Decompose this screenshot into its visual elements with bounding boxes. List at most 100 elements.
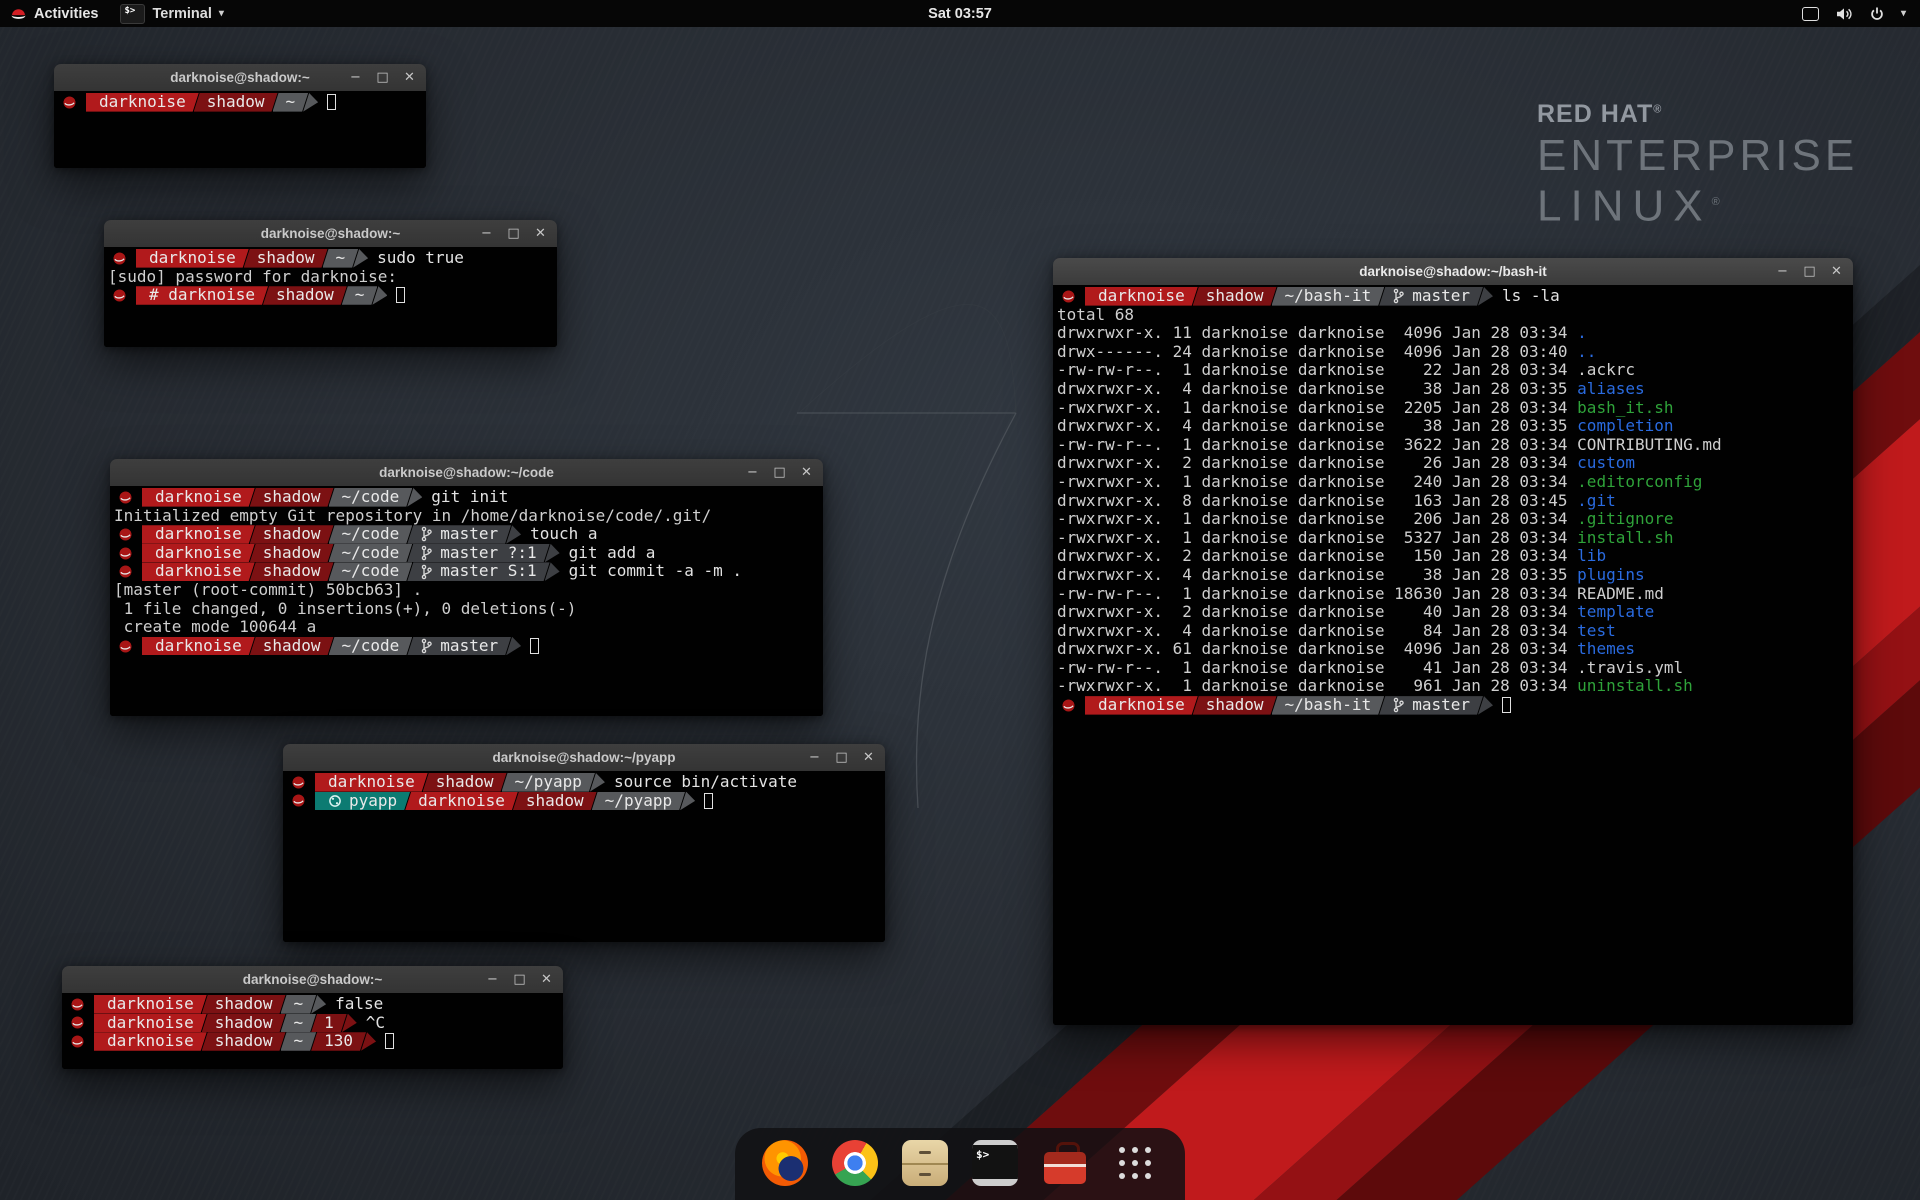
window-titlebar[interactable]: darknoise@shadow:~ − □ ✕ [62, 966, 563, 994]
prompt-segment-user: darknoise [142, 562, 255, 581]
minimize-button[interactable]: − [808, 751, 821, 764]
ls-row-fields: drwxrwxr-x. 4 darknoise darknoise 38 Jan… [1057, 566, 1577, 585]
toolbox-icon [1042, 1140, 1088, 1186]
redhat-prompt-icon [70, 1034, 85, 1049]
ls-row-fields: drwxrwxr-x. 2 darknoise darknoise 40 Jan… [1057, 603, 1577, 622]
prompt-segment-host: shadow [250, 637, 334, 656]
maximize-button[interactable]: □ [1803, 265, 1816, 278]
prompt-segment-user: darknoise [94, 1014, 207, 1033]
ls-row-fields: -rwxrwxr-x. 1 darknoise darknoise 5327 J… [1057, 529, 1577, 548]
maximize-button[interactable]: □ [773, 466, 786, 479]
prompt-segment-user: darknoise [405, 792, 518, 811]
ls-row-fields: drwxrwxr-x. 2 darknoise darknoise 150 Ja… [1057, 547, 1577, 566]
terminal-window[interactable]: darknoise@shadow:~−□✕darknoiseshadow~sud… [104, 220, 557, 347]
volume-icon[interactable] [1835, 6, 1853, 22]
dock-item-app-grid[interactable] [1111, 1139, 1159, 1187]
close-button[interactable]: ✕ [1830, 265, 1843, 278]
minimize-button[interactable]: − [486, 973, 499, 986]
screen-share-icon[interactable] [1802, 7, 1819, 21]
prompt-segment-text: ~/code [342, 544, 400, 563]
close-button[interactable]: ✕ [534, 227, 547, 240]
window-controls: − □ ✕ [808, 744, 875, 771]
prompt-segment-path: ~ [323, 249, 359, 268]
redhat-prompt-icon [1061, 698, 1076, 713]
terminal-content[interactable]: darknoiseshadow~ [54, 91, 426, 168]
window-titlebar[interactable]: darknoise@shadow:~−□✕ [104, 220, 557, 248]
prompt-line: darknoiseshadow~/codemaster ?:1git add a [110, 544, 823, 563]
close-button[interactable]: ✕ [800, 466, 813, 479]
prompt-segment-path: ~/code [329, 562, 413, 581]
minimize-button[interactable]: − [480, 227, 493, 240]
window-titlebar[interactable]: darknoise@shadow:~/code − □ ✕ [110, 459, 823, 487]
terminal-window[interactable]: darknoise@shadow:~−□✕darknoiseshadow~ [54, 64, 426, 168]
terminal-content[interactable]: darknoiseshadow~/codegit initInitialized… [110, 486, 823, 716]
ls-filename: .git [1577, 492, 1616, 511]
window-title: darknoise@shadow:~ [243, 972, 383, 987]
maximize-button[interactable]: □ [835, 751, 848, 764]
minimize-button[interactable]: − [746, 466, 759, 479]
minimize-button[interactable]: − [1776, 265, 1789, 278]
terminal-content[interactable]: darknoiseshadow~sudo true[sudo] password… [104, 247, 557, 347]
window-titlebar[interactable]: darknoise@shadow:~/bash-it−□✕ [1053, 258, 1853, 286]
redhat-prompt-icon [118, 490, 133, 505]
close-button[interactable]: ✕ [540, 973, 553, 986]
prompt-segment-text: shadow [257, 249, 315, 268]
prompt-segment-text: ~/bash-it [1285, 696, 1372, 715]
maximize-button[interactable]: □ [513, 973, 526, 986]
prompt-line: darknoiseshadow~ [54, 93, 426, 112]
prompt-segment-text: shadow [215, 1032, 273, 1051]
command-text: false [335, 995, 383, 1014]
chevron-down-icon[interactable]: ▾ [1901, 8, 1906, 19]
activities-button[interactable]: Activities [0, 0, 110, 27]
prompt-segment-text: shadow [207, 93, 265, 112]
prompt-segment-text: shadow [263, 637, 321, 656]
dock-item-firefox[interactable] [761, 1139, 809, 1187]
ls-filename: . [1577, 324, 1587, 343]
maximize-button[interactable]: □ [376, 71, 389, 84]
prompt-segment-text: darknoise [155, 562, 242, 581]
terminal-window[interactable]: darknoise@shadow:~−□✕darknoiseshadow~fal… [62, 966, 563, 1069]
prompt-segment-text: 1 [324, 1014, 334, 1033]
terminal-content[interactable]: darknoiseshadow~falsedarknoiseshadow~1^C… [62, 993, 563, 1069]
prompt-segment-text: darknoise [107, 1014, 194, 1033]
prompt-segment-user: darknoise [94, 1032, 207, 1051]
window-title: darknoise@shadow:~ [170, 70, 310, 85]
ls-filename: test [1577, 622, 1616, 641]
window-titlebar[interactable]: darknoise@shadow:~/pyapp−□✕ [283, 744, 885, 772]
command-text: git add a [569, 544, 656, 563]
dock-item-terminal[interactable]: $> [971, 1139, 1019, 1187]
prompt-line: darknoiseshadow~sudo true [104, 249, 557, 268]
ls-row-fields: drwx------. 24 darknoise darknoise 4096 … [1057, 343, 1577, 362]
prompt-segment-path: ~ [273, 93, 309, 112]
dock-item-chrome[interactable] [831, 1139, 879, 1187]
dock-item-toolbox[interactable] [1041, 1139, 1089, 1187]
prompt-segment-host: shadow [250, 525, 334, 544]
git-branch-icon [1392, 288, 1405, 304]
terminal-window[interactable]: darknoise@shadow:~/code−□✕darknoiseshado… [110, 459, 823, 716]
close-button[interactable]: ✕ [862, 751, 875, 764]
clock[interactable]: Sat 03:57 [918, 0, 1002, 27]
terminal-content[interactable]: darknoiseshadow~/bash-itmasterls -latota… [1053, 285, 1853, 1025]
window-titlebar[interactable]: darknoise@shadow:~ − □ ✕ [54, 64, 426, 92]
prompt-segment-text: darknoise [155, 488, 242, 507]
power-icon[interactable] [1869, 6, 1885, 22]
maximize-button[interactable]: □ [507, 227, 520, 240]
window-title: darknoise@shadow:~/code [379, 465, 554, 480]
ls-filename: custom [1577, 454, 1635, 473]
dock-item-files[interactable] [901, 1139, 949, 1187]
prompt-line: darknoiseshadow~/codemaster [110, 637, 823, 656]
app-indicator-terminal[interactable]: $> Terminal ▾ [110, 0, 233, 27]
prompt-segment-exit: 130 [311, 1032, 366, 1051]
prompt-segment-text: master S:1 [440, 562, 536, 581]
redhat-prompt-icon [118, 546, 133, 561]
terminal-window[interactable]: darknoise@shadow:~/bash-it−□✕darknoisesh… [1053, 258, 1853, 1025]
prompt-segment-host: shadow [250, 562, 334, 581]
prompt-segment-text: ~/bash-it [1285, 287, 1372, 306]
terminal-window[interactable]: darknoise@shadow:~/pyapp−□✕darknoiseshad… [283, 744, 885, 942]
prompt-segment-text: shadow [1206, 287, 1264, 306]
terminal-content[interactable]: darknoiseshadow~/pyappsource bin/activat… [283, 771, 885, 942]
prompt-segment-text: master [440, 637, 498, 656]
minimize-button[interactable]: − [349, 71, 362, 84]
ls-row-fields: -rw-rw-r--. 1 darknoise darknoise 22 Jan… [1057, 361, 1577, 380]
close-button[interactable]: ✕ [403, 71, 416, 84]
